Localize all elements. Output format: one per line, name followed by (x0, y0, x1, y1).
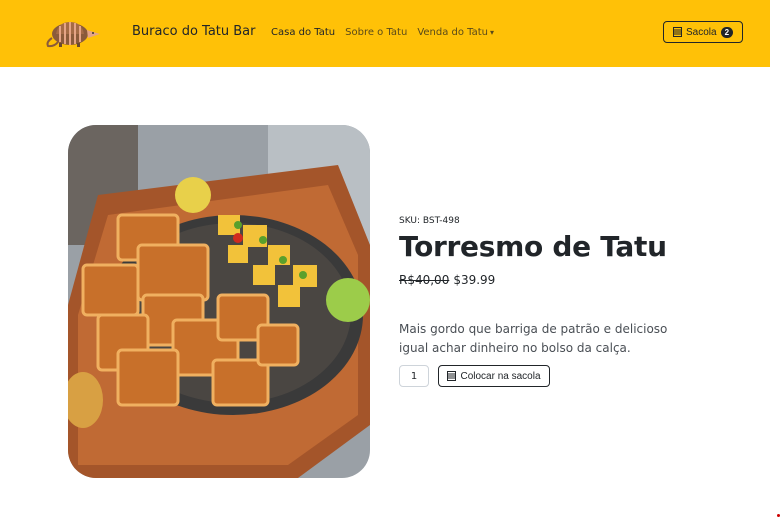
product-description: Mais gordo que barriga de patrão e delic… (399, 322, 668, 355)
armadillo-logo[interactable] (44, 16, 104, 50)
bag-icon (672, 27, 682, 37)
cart-label: Sacola (685, 26, 717, 38)
corner-dot (777, 514, 780, 517)
nav-links: Casa do Tatu Sobre o Tatu Venda do Tatu ▾ (271, 27, 494, 38)
product-price: R$40,00 $39.99 (399, 273, 495, 287)
quantity-input[interactable] (399, 365, 429, 387)
cart-count-badge: 2 (720, 26, 734, 38)
product-photo (68, 125, 370, 478)
navbar: Buraco do Tatu Bar Casa do Tatu Sobre o … (0, 0, 770, 67)
nav-link-home[interactable]: Casa do Tatu (271, 27, 335, 38)
add-to-cart-button[interactable]: Colocar na sacola (438, 365, 550, 387)
nav-dropdown-shop[interactable]: Venda do Tatu ▾ (417, 27, 494, 38)
product-image (68, 125, 370, 478)
nav-link-about[interactable]: Sobre o Tatu (345, 27, 407, 38)
bag-icon (447, 371, 457, 381)
product-title: Torresmo de Tatu (399, 230, 667, 263)
old-price: R$40,00 (399, 273, 450, 287)
product-sku: SKU: BST-498 (399, 216, 460, 226)
add-to-cart-label: Colocar na sacola (460, 370, 541, 382)
nav-dropdown-shop-label: Venda do Tatu (417, 27, 489, 38)
cart-button[interactable]: Sacola 2 (663, 21, 743, 43)
current-price: $39.99 (453, 273, 496, 287)
brand-name[interactable]: Buraco do Tatu Bar (132, 24, 256, 39)
chevron-down-icon: ▾ (490, 28, 495, 37)
